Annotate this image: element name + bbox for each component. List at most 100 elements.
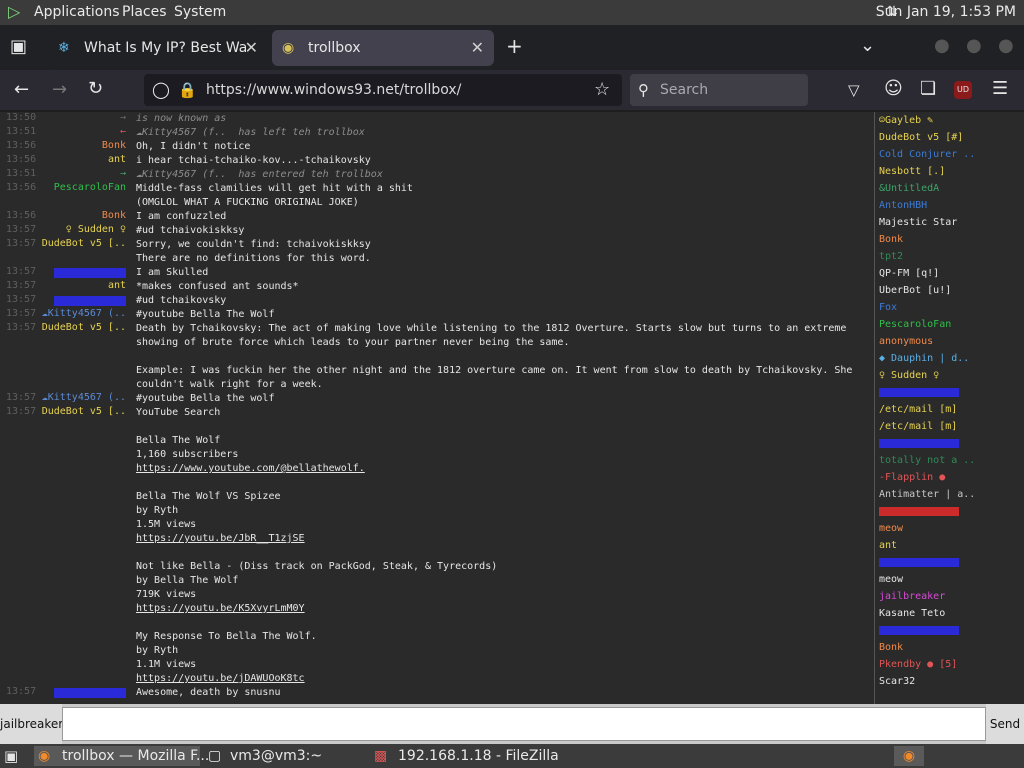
message-nick[interactable]: ☁Kitty4567 (.. — [40, 308, 126, 319]
user-list-item[interactable]: Pkendby ● [5] — [875, 656, 1024, 673]
task-firefox[interactable]: ◉ trollbox — Mozilla F... — [34, 746, 209, 766]
ublock-icon[interactable]: UD — [954, 81, 972, 99]
lock-icon[interactable]: 🔒 — [178, 81, 197, 99]
system-menu[interactable]: System — [174, 4, 226, 20]
user-list-item[interactable] — [879, 626, 959, 635]
app-menu-icon[interactable]: ▷ — [8, 3, 20, 21]
user-list-item[interactable]: Fox — [875, 299, 1024, 316]
task-label: trollbox — Mozilla F... — [62, 748, 210, 764]
reload-icon[interactable]: ↻ — [88, 80, 103, 98]
nickname-button[interactable]: jailbreaker — [0, 704, 63, 744]
user-list-item[interactable]: AntonHBH — [875, 197, 1024, 214]
show-desktop-icon[interactable]: ▣ — [4, 747, 18, 765]
user-list-item[interactable]: /etc/mail [m] — [875, 401, 1024, 418]
pocket-icon[interactable]: ▽ — [848, 81, 860, 99]
user-list-item[interactable]: Bonk — [875, 231, 1024, 248]
message-input[interactable] — [62, 707, 986, 741]
shield-icon[interactable]: ◯ — [152, 81, 170, 99]
user-list-item[interactable]: Cold Conjurer .. — [875, 146, 1024, 163]
user-list-item[interactable]: QP-FM [q!] — [875, 265, 1024, 282]
tab-trollbox[interactable]: ◉ trollbox ✕ — [272, 30, 494, 66]
message-text: YouTube Search Bella The Wolf 1,160 subs… — [136, 407, 498, 684]
user-list-item[interactable]: Scar32 — [875, 673, 1024, 690]
chat-message: 13:56 ant i hear tchai-tchaiko-kov...-tcha… — [0, 154, 872, 168]
message-text: is now known as — [136, 113, 227, 124]
tab-overview-icon[interactable]: ▣ — [10, 38, 27, 56]
user-list-item[interactable]: jailbreaker — [875, 588, 1024, 605]
message-nick[interactable]: Bonk — [40, 140, 126, 151]
message-nick[interactable]: ant — [40, 154, 126, 165]
user-list-item[interactable]: ant — [875, 537, 1024, 554]
message-nick[interactable] — [54, 296, 126, 306]
search-bar[interactable]: ⚲ Search — [630, 74, 808, 106]
message-nick[interactable]: → — [40, 168, 126, 179]
user-list-item[interactable]: UberBot [u!] — [875, 282, 1024, 299]
user-list-item[interactable]: meow — [875, 520, 1024, 537]
task-terminal[interactable]: ▢ vm3@vm3:~ — [206, 746, 366, 766]
message-nick[interactable]: Bonk — [40, 210, 126, 221]
message-time: 13:56 — [6, 154, 37, 165]
message-nick[interactable] — [54, 688, 126, 698]
task-filezilla[interactable]: ▩ 192.168.1.18 - FileZilla — [372, 746, 572, 766]
message-nick[interactable] — [54, 268, 126, 278]
close-window-icon[interactable]: ● — [998, 37, 1014, 55]
clock[interactable]: Sun Jan 19, 1:53 PM — [876, 4, 1016, 20]
message-nick[interactable]: PescaroloFan — [40, 182, 126, 193]
user-list-item[interactable] — [879, 507, 959, 516]
user-list-item[interactable] — [879, 388, 959, 397]
bookmark-star-icon[interactable]: ☆ — [594, 81, 610, 99]
tab-whatismyip[interactable]: ❄ What Is My IP? Best Way To ✕ — [48, 30, 268, 66]
message-nick[interactable]: DudeBot v5 [.. — [40, 238, 126, 249]
user-list-item[interactable]: Kasane Teto — [875, 605, 1024, 622]
message-nick[interactable]: DudeBot v5 [.. — [40, 322, 126, 333]
message-nick[interactable]: → — [40, 112, 126, 123]
user-list-item[interactable]: ◆ Dauphin | d.. — [875, 350, 1024, 367]
send-button[interactable]: Send — [986, 704, 1024, 744]
user-list-item[interactable]: DudeBot v5 [#] — [875, 129, 1024, 146]
message-text: Sorry, we couldn't find: tchaivokiskksy … — [136, 239, 371, 264]
maximize-window-icon[interactable]: ● — [966, 37, 982, 55]
user-list-item[interactable] — [879, 558, 959, 567]
user-list-item[interactable]: anonymous — [875, 333, 1024, 350]
user-list-item[interactable]: Nesbott [.] — [875, 163, 1024, 180]
message-nick[interactable]: ant — [40, 280, 126, 291]
message-nick[interactable]: ♀ Sudden ♀ — [40, 224, 126, 235]
chat-log[interactable]: 13:50 → is now known as 13:51 ← ☁Kitty4567 (f… — [0, 112, 872, 704]
user-list-item[interactable]: Bonk — [875, 639, 1024, 656]
filezilla-icon: ▩ — [374, 748, 388, 764]
url-text[interactable]: https://www.windows93.net/trollbox/ — [206, 82, 461, 98]
message-nick[interactable]: DudeBot v5 [.. — [40, 406, 126, 417]
forward-icon[interactable]: → — [52, 81, 67, 99]
user-list-item[interactable]: totally not a .. — [875, 452, 1024, 469]
account-icon[interactable]: ☺ — [884, 80, 903, 98]
user-list-item[interactable]: /etc/mail [m] — [875, 418, 1024, 435]
workspace-switcher-icon[interactable]: ◉ — [894, 746, 924, 766]
user-list[interactable]: ☺Gayleb ✎ DudeBot v5 [#] Cold Conjurer .. N… — [874, 112, 1024, 704]
user-list-item[interactable]: -Flapplin ● — [875, 469, 1024, 486]
extensions-icon[interactable]: ❏ — [920, 80, 936, 98]
user-list-item[interactable] — [879, 439, 959, 448]
user-list-item[interactable]: ♀ Sudden ♀ — [875, 367, 1024, 384]
new-tab-icon[interactable]: + — [506, 36, 523, 56]
message-nick[interactable]: ← — [40, 126, 126, 137]
user-list-item[interactable]: &UntitledA — [875, 180, 1024, 197]
message-nick[interactable]: ☁Kitty4567 (.. — [40, 392, 126, 403]
chat-message: 13:57 ☁Kitty4567 (.. #youtube Bella the wo… — [0, 392, 872, 406]
minimize-window-icon[interactable]: ● — [934, 37, 950, 55]
applications-menu[interactable]: Applications — [34, 4, 120, 20]
close-tab-icon[interactable]: ✕ — [471, 38, 484, 57]
message-time: 13:57 — [6, 406, 37, 417]
hamburger-menu-icon[interactable]: ☰ — [992, 80, 1008, 98]
user-list-item[interactable]: meow — [875, 571, 1024, 588]
user-list-item[interactable]: Majestic Star — [875, 214, 1024, 231]
list-all-tabs-icon[interactable]: ⌄ — [860, 37, 875, 55]
user-list-item[interactable]: ☺Gayleb ✎ — [875, 112, 1024, 129]
user-list-item[interactable]: tpt2 — [875, 248, 1024, 265]
message-time: 13:56 — [6, 182, 37, 193]
url-bar[interactable]: ◯ 🔒 https://www.windows93.net/trollbox/ … — [144, 74, 622, 106]
close-tab-icon[interactable]: ✕ — [245, 38, 258, 57]
places-menu[interactable]: Places — [122, 4, 167, 20]
user-list-item[interactable]: Antimatter | a.. — [875, 486, 1024, 503]
user-list-item[interactable]: PescaroloFan — [875, 316, 1024, 333]
back-icon[interactable]: ← — [14, 81, 29, 99]
